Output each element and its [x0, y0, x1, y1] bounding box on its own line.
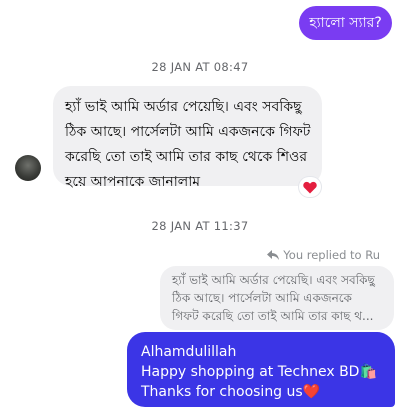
reply-line-1: Alhamdulillah [141, 344, 237, 360]
quoted-line-2: ঠিক আছে। পার্সেলটা আমি একজনকে [172, 291, 352, 305]
outgoing-message-greeting[interactable]: হ্যালো স্যার? [299, 6, 392, 40]
heart-icon [303, 181, 317, 193]
reply-line-3: Thanks for choosing us❤️ [141, 384, 321, 400]
timestamp-2: 28 JAN AT 11:37 [151, 219, 249, 233]
heart-reaction-icon[interactable] [299, 177, 321, 197]
outgoing-reply-message[interactable]: Alhamdulillah Happy shopping at Technex … [127, 332, 395, 407]
reply-arrow-icon [267, 250, 280, 260]
incoming-line-1: হ্যাঁ ভাই আমি অর্ডার পেয়েছি। এবং সবকিছু [65, 99, 302, 115]
replied-to-text: You replied to Ru [283, 248, 380, 262]
incoming-line-3: করেছি তো তাই আমি তার কাছ থেকে শিওর [65, 149, 308, 165]
quoted-line-3: গিফট করেছি তো তাই আমি তার কাছ থ... [172, 309, 374, 323]
reply-line-2: Happy shopping at Technex BD🛍️ [141, 364, 377, 380]
message-text: হ্যালো স্যার? [309, 15, 382, 31]
timestamp-1: 28 JAN AT 08:47 [151, 60, 249, 74]
incoming-line-4: হয়ে আপনাকে জানালাম [65, 174, 201, 190]
incoming-line-2: ঠিক আছে। পার্সেলটা আমি একজনকে গিফট [65, 124, 311, 140]
incoming-message[interactable]: হ্যাঁ ভাই আমি অর্ডার পেয়েছি। এবং সবকিছু… [53, 86, 322, 190]
quoted-line-1: হ্যাঁ ভাই আমি অর্ডার পেয়েছি। এবং সবকিছু [172, 273, 375, 287]
quoted-message[interactable]: হ্যাঁ ভাই আমি অর্ডার পেয়েছি। এবং সবকিছু… [160, 266, 394, 330]
replied-to-label: You replied to Ru [267, 248, 380, 262]
avatar[interactable] [15, 155, 41, 181]
